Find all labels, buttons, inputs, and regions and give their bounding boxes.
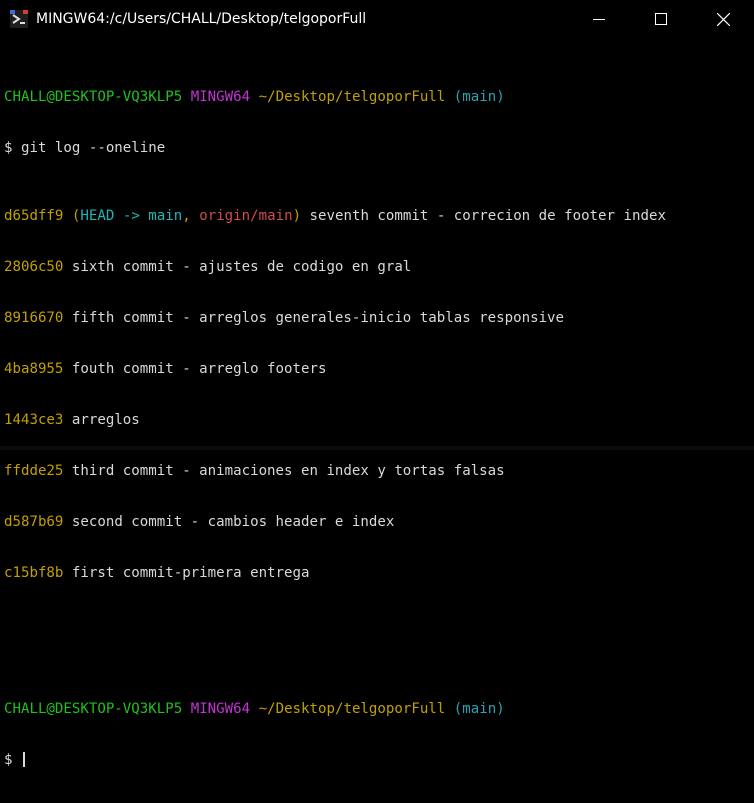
commit-line: 1443ce3 arreglos xyxy=(4,412,724,429)
prompt-env: MINGW64 xyxy=(190,701,251,717)
title-bar[interactable]: MINGW64:/c/Users/CHALL/Desktop/telgoporF… xyxy=(0,0,754,38)
maximize-icon xyxy=(655,13,667,25)
prompt-userhost: CHALL@DESKTOP-VQ3KLP5 xyxy=(4,701,183,717)
commit-line: d65dff9 (HEAD -> main, origin/main) seve… xyxy=(4,208,724,225)
prompt-line: CHALL@DESKTOP-VQ3KLP5 MINGW64 ~/Desktop/… xyxy=(4,701,724,718)
commit-message: third commit - animaciones en index y to… xyxy=(63,463,505,479)
window-title: MINGW64:/c/Users/CHALL/Desktop/telgoporF… xyxy=(36,11,367,27)
commit-message: seventh commit - correcion de footer ind… xyxy=(301,208,666,224)
commit-hash: 1443ce3 xyxy=(4,412,64,428)
close-icon xyxy=(716,12,730,26)
commit-line: c15bf8b first commit-primera entrega xyxy=(4,565,724,582)
close-button[interactable] xyxy=(692,0,754,38)
head-ref: HEAD -> main xyxy=(80,208,183,224)
prompt-branch: (main) xyxy=(453,701,505,717)
commit-hash: d587b69 xyxy=(4,514,64,530)
prompt-path: ~/Desktop/telgoporFull xyxy=(258,701,446,717)
scrollbar[interactable] xyxy=(725,38,754,450)
commit-message: arreglos xyxy=(63,412,140,428)
origin-ref: origin/main xyxy=(199,208,293,224)
input-prompt: $ xyxy=(4,752,21,768)
command-line: $ git log --oneline xyxy=(4,140,166,156)
commit-message: sixth commit - ajustes de codigo en gral xyxy=(63,259,412,275)
mingw-terminal-icon xyxy=(10,10,28,28)
prompt-path: ~/Desktop/telgoporFull xyxy=(258,89,446,105)
refs-close: ) xyxy=(292,208,302,224)
maximize-button[interactable] xyxy=(630,0,692,38)
commit-line: 4ba8955 fouth commit - arreglo footers xyxy=(4,361,724,378)
commit-message: first commit-primera entrega xyxy=(63,565,310,581)
commit-hash: ffdde25 xyxy=(4,463,64,479)
input-line[interactable]: $ xyxy=(4,752,724,769)
terminal-output[interactable]: CHALL@DESKTOP-VQ3KLP5 MINGW64 ~/Desktop/… xyxy=(4,55,724,768)
commit-message: fouth commit - arreglo footers xyxy=(63,361,327,377)
window-controls xyxy=(568,0,754,38)
prompt-line: CHALL@DESKTOP-VQ3KLP5 MINGW64 ~/Desktop/… xyxy=(4,89,724,106)
minimize-icon xyxy=(593,19,605,20)
commit-hash: 8916670 xyxy=(4,310,64,326)
prompt-userhost: CHALL@DESKTOP-VQ3KLP5 xyxy=(4,89,183,105)
minimize-button[interactable] xyxy=(568,0,630,38)
commit-hash: c15bf8b xyxy=(4,565,64,581)
refs-separator: , xyxy=(182,208,200,224)
commit-line: 2806c50 sixth commit - ajustes de codigo… xyxy=(4,259,724,276)
terminal-window: MINGW64:/c/Users/CHALL/Desktop/telgoporF… xyxy=(0,0,754,768)
window-bottom-edge xyxy=(0,446,754,450)
commit-message: fifth commit - arreglos generales-inicio… xyxy=(63,310,565,326)
commit-line: ffdde25 third commit - animaciones en in… xyxy=(4,463,724,480)
commit-line: 8916670 fifth commit - arreglos generale… xyxy=(4,310,724,327)
commit-hash: 4ba8955 xyxy=(4,361,64,377)
prompt-branch: (main) xyxy=(453,89,505,105)
commit-line: d587b69 second commit - cambios header e… xyxy=(4,514,724,531)
commit-message: second commit - cambios header e index xyxy=(63,514,395,530)
commit-hash: d65dff9 xyxy=(4,208,64,224)
text-cursor xyxy=(22,752,25,767)
commit-hash: 2806c50 xyxy=(4,259,64,275)
prompt-env: MINGW64 xyxy=(190,89,251,105)
